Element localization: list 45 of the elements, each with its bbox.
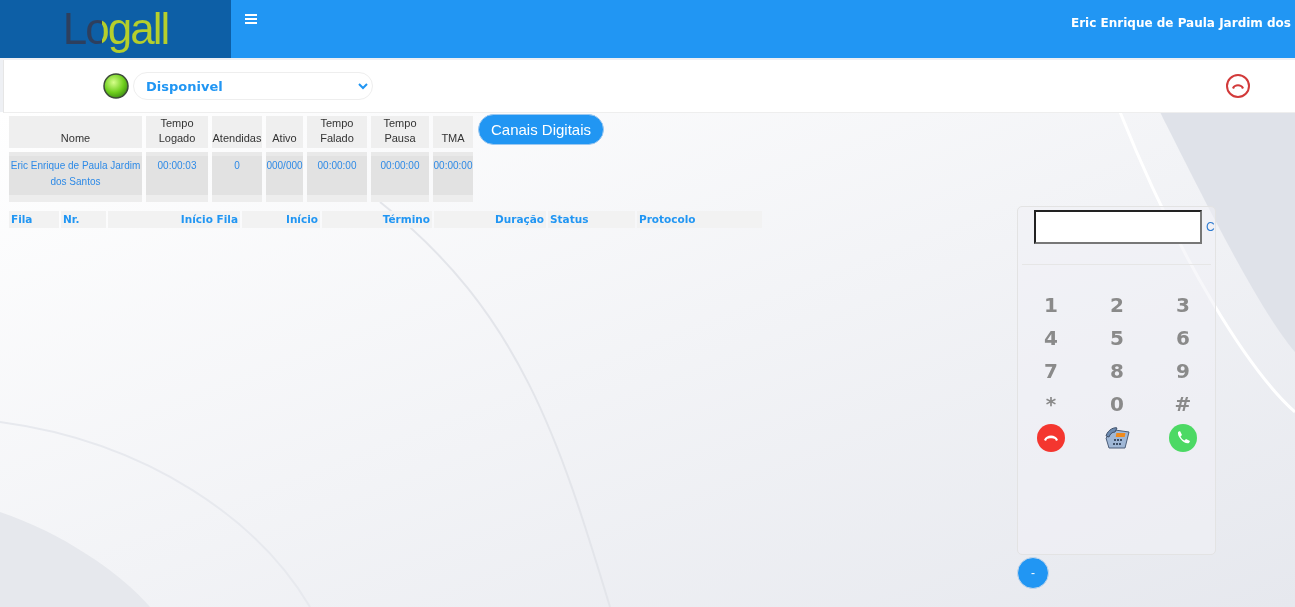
column-header: Nome: [9, 116, 142, 148]
column-header: Protocolo: [637, 211, 762, 228]
column-header: Nr.: [61, 211, 106, 228]
dial-key[interactable]: 8: [1106, 356, 1128, 386]
dial-key[interactable]: 0: [1106, 389, 1128, 419]
table-cell: 00:00:00: [307, 152, 367, 202]
chevron-down-icon: [358, 82, 368, 90]
column-header: Ativo: [266, 116, 303, 148]
dial-key[interactable]: *: [1041, 389, 1061, 419]
dial-key[interactable]: 5: [1106, 323, 1128, 353]
dial-key[interactable]: 9: [1172, 356, 1194, 386]
column-header: Início Fila: [108, 211, 240, 228]
column-header: Tempo Pausa: [371, 116, 429, 148]
dial-key[interactable]: 4: [1040, 323, 1062, 353]
dial-key[interactable]: 6: [1172, 323, 1194, 353]
status-dropdown[interactable]: Disponivel: [133, 72, 373, 100]
clear-link[interactable]: C: [1206, 220, 1215, 234]
user-name[interactable]: Eric Enrique de Paula Jardim dos: [1071, 16, 1295, 30]
desk-phone-icon[interactable]: [1103, 424, 1131, 452]
column-header: Tempo Logado: [146, 116, 208, 148]
dial-key[interactable]: 1: [1040, 290, 1062, 320]
column-header: Atendidas: [212, 116, 262, 148]
table-cell: 00:00:00: [371, 152, 429, 202]
hang-up-icon[interactable]: [1225, 73, 1251, 99]
column-header: Fila: [9, 211, 59, 228]
column-header: TMA: [433, 116, 473, 148]
hang-up-icon[interactable]: [1037, 424, 1065, 452]
menu-icon[interactable]: [245, 14, 257, 24]
status-indicator-icon: [103, 73, 129, 99]
column-header: Início: [242, 211, 320, 228]
phone-number-field[interactable]: [1034, 210, 1202, 244]
column-header: Término: [322, 211, 432, 228]
dial-key[interactable]: 2: [1106, 290, 1128, 320]
table-cell: 00:00:00: [433, 152, 473, 202]
table-cell: 00:00:03: [146, 152, 208, 202]
dial-key[interactable]: #: [1170, 389, 1196, 419]
table-cell: 000/000: [266, 152, 303, 202]
column-header: Duração: [434, 211, 546, 228]
table-cell: 0: [212, 152, 262, 202]
table-cell: Eric Enrique de Paula Jardim dos Santos: [9, 152, 142, 202]
dial-key[interactable]: 7: [1040, 356, 1062, 386]
column-header: Status: [548, 211, 635, 228]
dial-key[interactable]: 3: [1172, 290, 1194, 320]
canais-digitais-button[interactable]: Canais Digitais: [478, 114, 605, 145]
column-header: Tempo Falado: [307, 116, 367, 148]
